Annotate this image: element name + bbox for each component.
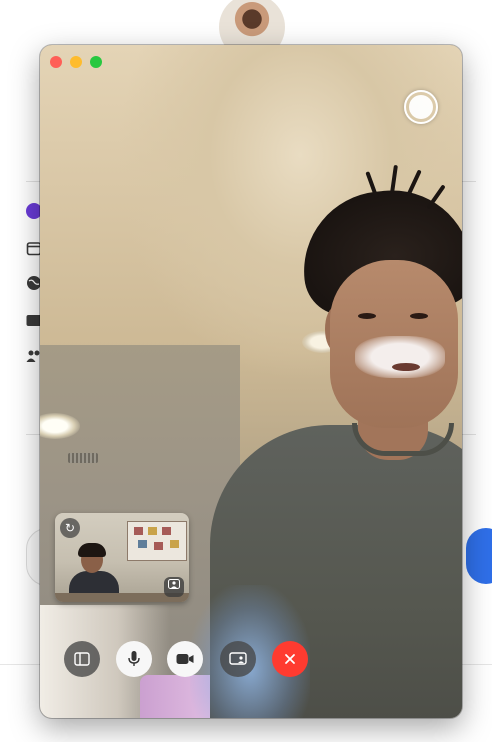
self-view-preview[interactable]: ↻ — [55, 513, 189, 602]
window-minimize-button[interactable] — [70, 56, 82, 68]
portrait-mode-icon[interactable] — [164, 577, 184, 597]
window-zoom-button[interactable] — [90, 56, 102, 68]
mute-button[interactable] — [116, 641, 152, 677]
close-icon — [284, 653, 296, 665]
sidebar-icon — [74, 652, 90, 666]
end-call-button[interactable] — [272, 641, 308, 677]
video-camera-icon — [176, 653, 194, 665]
camera-button[interactable] — [167, 641, 203, 677]
sidebar-toggle-button[interactable] — [64, 641, 100, 677]
microphone-icon — [127, 650, 141, 668]
remote-video — [40, 45, 462, 718]
accent-button[interactable] — [466, 528, 492, 584]
share-screen-button[interactable] — [220, 641, 256, 677]
screen-share-icon — [229, 652, 247, 666]
window-close-button[interactable] — [50, 56, 62, 68]
facetime-window: ↻ — [40, 45, 462, 718]
rotate-camera-icon[interactable]: ↻ — [60, 518, 80, 538]
live-photo-capture-icon[interactable] — [404, 90, 438, 124]
